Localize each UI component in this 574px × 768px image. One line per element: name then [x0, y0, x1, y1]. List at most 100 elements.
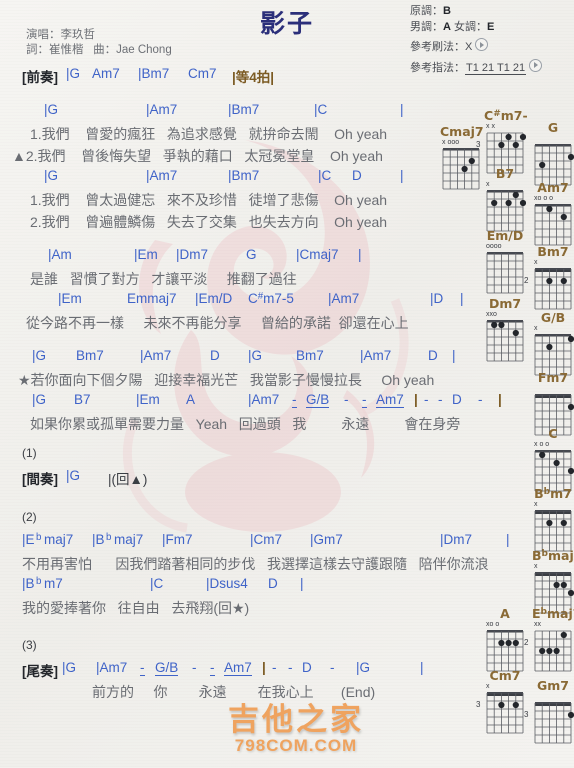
chord-token: |Am7 — [248, 392, 280, 407]
chord-grid-wrap: 3 — [476, 690, 526, 736]
original-key-label: 原調： — [410, 5, 443, 17]
section-number-text: (2) — [22, 510, 37, 524]
chord-token: D — [268, 576, 278, 591]
chord-dot — [546, 519, 553, 526]
chord-token: A — [186, 392, 196, 407]
chord-token: D — [302, 660, 312, 675]
chord-token: |Bm7 — [138, 66, 170, 81]
chord-dot — [560, 213, 567, 221]
chord-token: |G — [248, 348, 263, 363]
chord-token: |G — [44, 102, 59, 117]
lyric-text: 是誰 習慣了對方 才讓平淡 推翻了過往 — [30, 271, 297, 287]
chord-token: | — [300, 576, 304, 591]
chord-dot — [567, 153, 574, 161]
section-label: [間奏] — [22, 472, 58, 487]
original-key-value: B — [443, 5, 451, 17]
strum-play-icon[interactable] — [475, 38, 489, 51]
chord-token: |Am7 — [140, 348, 172, 363]
strum-row: 參考刷法：X — [410, 38, 542, 56]
open-mute-markers: xxo — [486, 311, 497, 318]
chord-dot — [560, 581, 567, 588]
chord-name: A — [500, 606, 510, 621]
chord-token: b — [106, 532, 112, 543]
chord-diagram-g-b: G/B x — [532, 311, 574, 378]
chord-token: |C — [150, 576, 164, 591]
chord-dot — [553, 581, 560, 588]
chord-grid — [486, 320, 524, 362]
pick-play-icon[interactable] — [529, 58, 543, 72]
chord-token: | — [400, 168, 404, 183]
chord-token: |Fm7 — [162, 532, 193, 547]
chord-grid — [534, 204, 572, 246]
chord-token: - — [330, 660, 335, 675]
chord-name: G — [547, 120, 559, 135]
chord-dot — [512, 701, 519, 709]
chord-diagram-g: G — [532, 120, 574, 188]
chord-token: Cm7 — [188, 66, 217, 81]
chord-token: Bm7 — [296, 348, 324, 363]
chord-name: Fm7 — [537, 370, 569, 385]
lyric-line: 1.我們 曾太過健忘 來不及珍惜 徒增了悲傷 Oh yeah — [0, 190, 470, 212]
chord-name: C — [548, 426, 558, 441]
lyric-line: 我的愛捧著你 往自由 去飛翔(回★) — [0, 598, 470, 620]
lyric-text: 2.我們 曾遍體鱗傷 失去了交集 也失去方向 Oh yeah — [30, 214, 388, 230]
chord-grid-wrap: 2 — [524, 628, 574, 674]
chord-diagram-em-d: Em/D oooo — [484, 229, 526, 296]
chord-grid-wrap — [532, 508, 574, 554]
chord-grid-wrap: 3 — [524, 700, 574, 746]
credits-block: 演唱：李玖哲 詞：崔惟楷 曲：Jae Chong — [26, 28, 172, 58]
chord-token: |G — [62, 660, 77, 675]
singer-line: 演唱：李玖哲 — [26, 29, 95, 41]
fret-number: 2 — [524, 637, 529, 647]
chord-line: |G |Am7 |Bm7 |C | — [0, 102, 470, 124]
lyric-text: 1.我們 曾太過健忘 來不及珍惜 徒增了悲傷 Oh yeah — [30, 192, 388, 208]
lyric-text: 從今路不再一樣 未來不再能分享 曾給的承諾 卻還在心上 — [26, 315, 409, 331]
chord-token: |Em/D — [195, 291, 233, 306]
chord-grid-wrap: 2 — [524, 266, 574, 312]
lyric-line: 前方的 你 永遠 在我心上 (End) — [0, 682, 470, 704]
female-key-label: 女調： — [454, 20, 488, 33]
fret-number: 2 — [524, 276, 529, 285]
section-number: (2) — [0, 510, 470, 532]
chord-line: |Am |Em |Dm7 G |Cmaj7 | — [0, 247, 470, 269]
open-mute-markers: xo o o — [534, 195, 554, 202]
chord-dot — [567, 403, 574, 411]
open-mute-markers: x — [534, 562, 538, 570]
chord-token: |B — [22, 576, 35, 591]
lyric-text: 如果你累或孤單需要力量 Yeah 回過頭 我 永遠 會在身旁 — [30, 416, 461, 432]
chord-line: [尾奏] |G |Am7- G/B - - Am7 | - - D - |G | — [0, 660, 470, 682]
chord-diagram-ebmaj7: Ebmaj7xx 2 — [524, 606, 574, 674]
male-key-label: 男調： — [410, 20, 443, 33]
chord-token: - — [362, 392, 367, 408]
chord-dot — [567, 335, 574, 343]
chord-token: B7 — [74, 392, 91, 407]
chord-sheet: [前奏] |G Am7 |Bm7 Cm7 |等4拍| |G |Am7 |Bm7 |C | 1.我們 曾… — [0, 66, 510, 704]
chord-dot — [512, 329, 519, 337]
chord-name: Dm7 — [488, 296, 522, 311]
chord-grid-wrap — [440, 146, 484, 192]
chord-dot — [546, 277, 553, 285]
section-number: (3) — [0, 638, 470, 660]
chord-token: C#m7-5 — [248, 291, 294, 307]
chord-dot — [505, 639, 512, 647]
chord-token: Emmaj7 — [127, 291, 177, 306]
open-mute-markers — [532, 693, 574, 700]
chord-token: | — [262, 660, 266, 675]
chord-token: |Cm7 — [250, 532, 283, 547]
chord-dot — [560, 277, 567, 285]
chord-diagram-bbm7: Bbm7 x — [532, 486, 574, 554]
chord-dot — [560, 519, 567, 526]
chord-diagram-panel: Cmaj7 x ooo C#m7- x x 3 G B7 x Am7 xo o o Em/D oooo… — [440, 108, 574, 768]
chord-dot — [498, 141, 505, 148]
section-number-text: (1) — [22, 446, 37, 460]
chord-token: G — [246, 247, 257, 262]
lyric-line: 從今路不再一樣 未來不再能分享 曾給的承諾 卻還在心上 — [0, 313, 470, 335]
chord-token: - — [272, 660, 277, 675]
chord-grid — [486, 252, 524, 294]
lyric-line: 是誰 習慣了對方 才讓平淡 推翻了過往 — [0, 269, 470, 291]
